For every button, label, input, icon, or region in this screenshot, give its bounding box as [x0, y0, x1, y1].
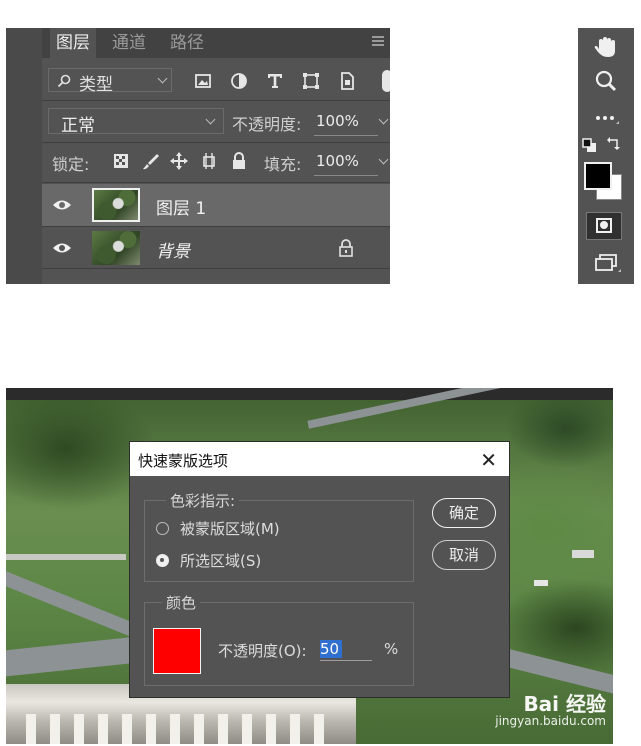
ok-button[interactable]: 确定	[432, 498, 496, 528]
tab-paths[interactable]: 路径	[164, 28, 210, 58]
filter-toggle-icon[interactable]	[382, 70, 390, 92]
lock-all-icon[interactable]	[230, 152, 248, 170]
dialog-title-bar: 快速蒙版选项 ✕	[130, 442, 509, 476]
layer-name[interactable]: 图层 1	[156, 194, 206, 219]
car	[534, 580, 548, 586]
opacity-unit: %	[384, 640, 399, 658]
layers-panel: 图层 通道 路径 类型 正常 不透明度: 100% 锁定: 填充: 100% 图…	[6, 28, 390, 284]
chevron-down-icon	[205, 114, 216, 125]
close-icon[interactable]: ✕	[480, 448, 497, 472]
zoom-tool-icon[interactable]	[588, 66, 624, 96]
lock-transparent-icon[interactable]	[112, 152, 130, 170]
fill-value[interactable]: 100%	[316, 152, 359, 170]
fill-label: 填充:	[264, 155, 302, 174]
type-filter-icon[interactable]	[264, 70, 286, 92]
lock-image-icon[interactable]	[142, 152, 160, 170]
adjustment-filter-icon[interactable]	[228, 70, 250, 92]
default-colors-icon[interactable]	[582, 138, 598, 154]
lock-icon	[339, 239, 353, 257]
watermark-main: Bai 经验	[523, 692, 606, 716]
eye-icon[interactable]	[52, 198, 72, 212]
opacity-value[interactable]: 100%	[316, 112, 359, 130]
color-indicates-legend: 色彩指示:	[166, 490, 240, 511]
filter-kind-select[interactable]: 类型	[48, 68, 172, 95]
canvas-top-bar	[6, 388, 613, 400]
more-tools-icon[interactable]	[588, 104, 624, 134]
mask-color-swatch[interactable]	[153, 628, 201, 674]
tab-channels[interactable]: 通道	[104, 28, 154, 58]
search-icon	[57, 74, 71, 88]
quick-mask-options-dialog: 快速蒙版选项 ✕ 色彩指示: 被蒙版区域(M) 所选区域(S) 颜色 不透明度(…	[129, 441, 510, 698]
tab-layers[interactable]: 图层	[50, 28, 96, 58]
opacity-label: 不透明度:	[232, 115, 302, 134]
chevron-down-icon[interactable]	[378, 114, 389, 125]
foreground-background-icon[interactable]	[582, 160, 622, 200]
filter-kind-label: 类型	[79, 75, 113, 95]
masked-areas-radio[interactable]	[156, 522, 169, 535]
lock-label: 锁定:	[52, 155, 90, 174]
layer-name[interactable]: 背景	[156, 237, 190, 262]
shape-filter-icon[interactable]	[300, 70, 322, 92]
screen-mode-icon[interactable]	[588, 248, 624, 278]
layer-thumbnail	[92, 231, 140, 265]
layer-row[interactable]: 背景	[42, 227, 390, 269]
hand-tool-icon[interactable]	[588, 32, 624, 62]
image-filter-icon[interactable]	[192, 70, 214, 92]
tools-panel	[578, 28, 634, 284]
selected-areas-label[interactable]: 所选区域(S)	[180, 550, 261, 571]
baidu-watermark: Bai 经验 jingyan.baidu.com	[488, 688, 612, 732]
blend-mode-select[interactable]: 正常	[48, 108, 224, 136]
cancel-button[interactable]: 取消	[432, 540, 496, 570]
chevron-down-icon[interactable]	[378, 154, 389, 165]
smart-object-filter-icon[interactable]	[336, 70, 358, 92]
opacity-input[interactable]	[320, 638, 372, 661]
blend-mode-value: 正常	[61, 116, 95, 136]
layers-panel-body: 图层 通道 路径 类型 正常 不透明度: 100% 锁定: 填充: 100% 图…	[42, 28, 390, 284]
fence	[6, 554, 126, 560]
quick-mask-icon[interactable]	[586, 212, 622, 240]
layer-row[interactable]: 图层 1	[42, 184, 390, 226]
lock-artboard-icon[interactable]	[200, 152, 218, 170]
panel-menu-icon[interactable]	[372, 36, 384, 48]
swap-colors-icon[interactable]	[606, 136, 622, 152]
blend-row: 正常 不透明度: 100%	[42, 104, 390, 140]
chevron-down-icon	[157, 73, 168, 84]
watermark-url: jingyan.baidu.com	[495, 714, 606, 728]
dialog-title: 快速蒙版选项	[138, 452, 229, 470]
panel-tabs: 图层 通道 路径	[42, 28, 390, 58]
car	[572, 550, 594, 558]
eye-icon[interactable]	[52, 241, 72, 255]
road	[6, 566, 143, 640]
color-legend: 颜色	[162, 592, 201, 613]
lock-row: 锁定: 填充: 100%	[42, 144, 390, 180]
lock-position-icon[interactable]	[170, 152, 188, 170]
masked-areas-label[interactable]: 被蒙版区域(M)	[180, 518, 280, 539]
opacity-label: 不透明度(O):	[218, 642, 307, 660]
layer-thumbnail	[92, 188, 140, 222]
selected-areas-radio[interactable]	[156, 554, 169, 567]
panel-dock-strip	[6, 28, 42, 284]
filter-row: 类型	[42, 62, 390, 98]
